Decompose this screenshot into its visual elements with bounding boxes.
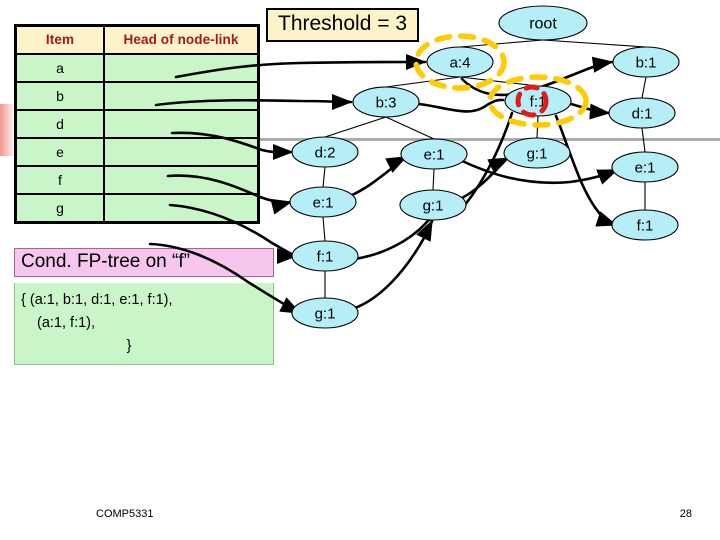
footer-page-number: 28 (679, 508, 692, 520)
node-label: b:1 (636, 54, 657, 71)
node-label: e:1 (635, 159, 656, 176)
tree-node-f1c[interactable]: f:1 (504, 85, 572, 117)
tree-node-f1l[interactable]: f:1 (291, 240, 359, 272)
tree-node-b3[interactable]: b:3 (352, 86, 420, 118)
node-label: d:2 (315, 144, 336, 161)
tree-edge (459, 39, 544, 48)
node-label: b:3 (376, 94, 397, 111)
tree-node-e1l[interactable]: e:1 (289, 186, 357, 218)
node-label: e:1 (424, 146, 445, 163)
tree-edge (641, 76, 647, 99)
node-label: g:1 (527, 145, 548, 162)
node-label: g:1 (423, 197, 444, 214)
slide-canvas: Item Head of node-link a b d e f g Thres… (0, 0, 720, 540)
tree-edge (322, 216, 326, 242)
tree-node-e1m[interactable]: e:1 (400, 138, 468, 170)
tree-node-g1c[interactable]: g:1 (503, 137, 571, 169)
tree-node-f1r[interactable]: f:1 (611, 209, 679, 241)
tree-node-d2[interactable]: d:2 (291, 136, 359, 168)
node-label: f:1 (637, 217, 654, 234)
node-label: d:1 (632, 105, 653, 122)
tree-edge (324, 116, 387, 138)
node-label: g:1 (315, 305, 336, 322)
tree-edge (322, 166, 326, 188)
tree-edge (432, 168, 435, 191)
tree-nodes: root a:4 b:1 b:3 f:1 d:1 d:2 e:1 g:1 e:1 e:1 g:1 f:1… (289, 5, 680, 329)
tree-node-b1r[interactable]: b:1 (612, 46, 680, 78)
footer-course-code: COMP5331 (96, 508, 154, 520)
tree-edge (542, 39, 647, 48)
tree-node-e1r[interactable]: e:1 (611, 151, 679, 183)
tree-node-a4[interactable]: a:4 (426, 46, 494, 78)
tree-node-g1l[interactable]: g:1 (291, 297, 359, 329)
tree-node-root[interactable]: root (498, 5, 588, 41)
node-label: f:1 (317, 248, 334, 265)
tree-edge (641, 127, 646, 153)
tree-node-d1r[interactable]: d:1 (608, 97, 676, 129)
tree-edge (385, 116, 435, 140)
node-label: a:4 (450, 54, 471, 71)
tree-node-g1m[interactable]: g:1 (399, 189, 467, 221)
tree-edge (385, 76, 461, 88)
node-label: e:1 (313, 194, 334, 211)
fp-tree-diagram: root a:4 b:1 b:3 f:1 d:1 d:2 e:1 g:1 e:1 e:1 g:1 f:1… (148, 5, 680, 329)
node-label: root (529, 15, 557, 32)
